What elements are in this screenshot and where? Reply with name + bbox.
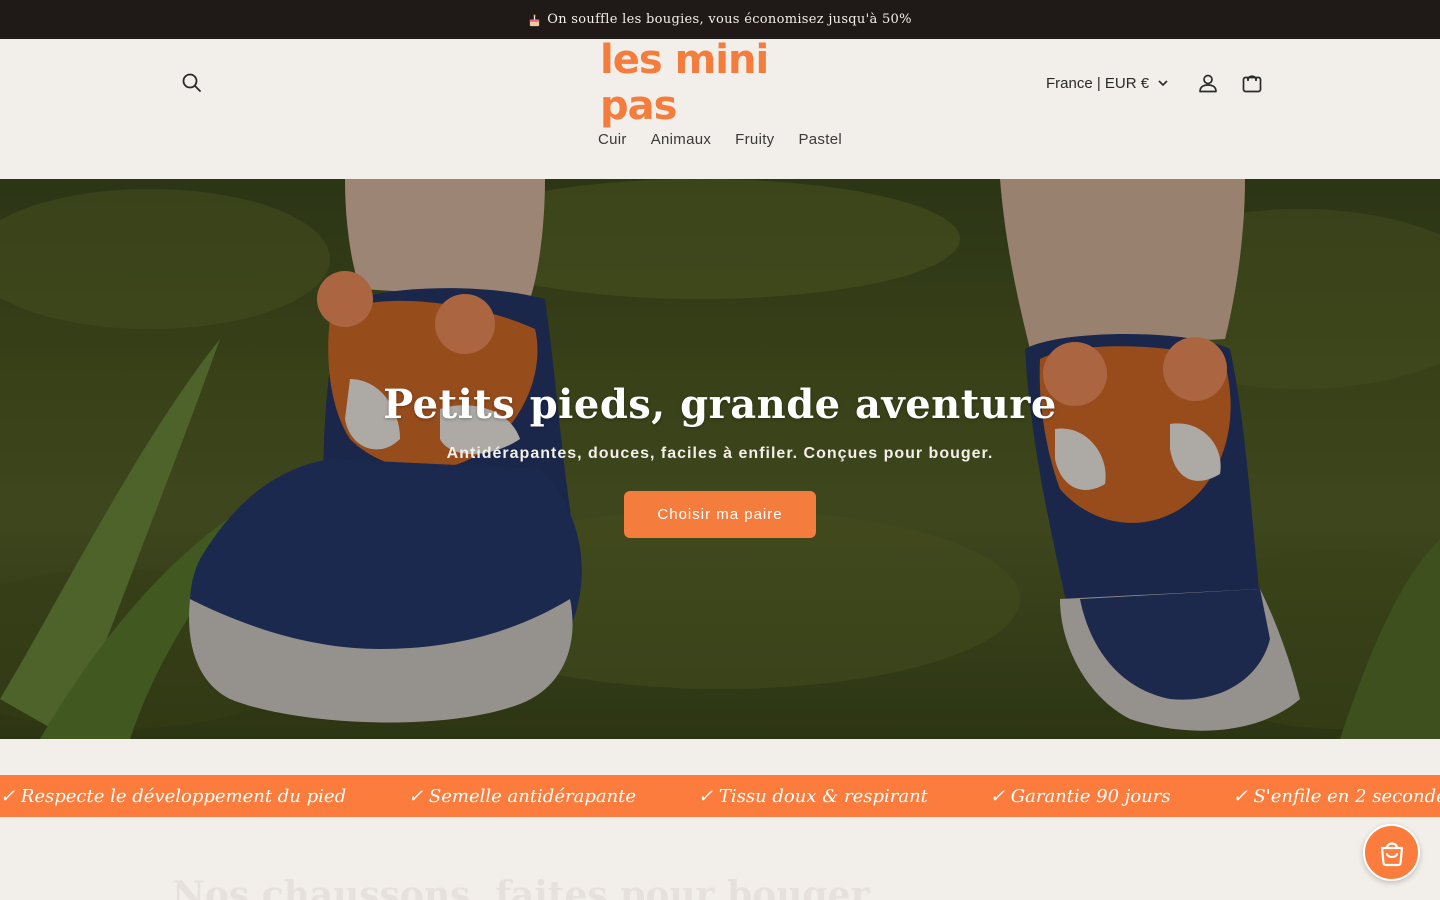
marquee-item: ✓ Garantie 90 jours <box>989 785 1171 807</box>
shopping-bag-icon <box>1242 75 1262 93</box>
search-icon <box>182 73 201 92</box>
marquee-item: ✓ S'enfile en 2 secondes <box>1232 785 1440 807</box>
marquee-item: ✓ Respecte le développement du pied <box>0 785 347 807</box>
nav-item-fruity[interactable]: Fruity <box>735 131 774 148</box>
choose-pair-button[interactable]: Choisir ma paire <box>624 491 816 538</box>
marquee-item: ✓ Tissu doux & respirant <box>698 785 928 807</box>
hero-banner: Petits pieds, grande aventure Antidérapa… <box>0 179 1440 739</box>
locale-selector[interactable]: France | EUR € <box>1046 67 1169 99</box>
user-icon <box>1199 74 1217 93</box>
account-button[interactable] <box>1188 63 1228 103</box>
search-button[interactable] <box>172 63 212 103</box>
main-nav: Cuir Animaux Fruity Pastel <box>0 131 1440 148</box>
hero-title: Petits pieds, grande aventure <box>383 381 1057 428</box>
hero-subtitle: Antidérapantes, douces, faciles à enfile… <box>446 445 994 462</box>
marquee-item: ✓ Semelle antidérapante <box>408 785 637 807</box>
locale-label: France | EUR € <box>1046 74 1150 92</box>
announcement-text: On souffle les bougies, vous économisez … <box>547 12 912 27</box>
benefits-marquee: ✓ Respecte le développement du pied ✓ Se… <box>0 775 1440 817</box>
marquee-track: ✓ Respecte le développement du pied ✓ Se… <box>0 775 1440 817</box>
announcement-bar: On souffle les bougies, vous économisez … <box>0 0 1440 39</box>
shopping-bag-icon <box>1380 841 1403 866</box>
site-header: les mini pas France | EUR € Cuir Animaux… <box>0 37 1440 179</box>
shop-assistant-button[interactable] <box>1363 824 1420 881</box>
nav-item-pastel[interactable]: Pastel <box>798 131 842 148</box>
section-heading: Nos chaussons, faites pour bouger <box>172 874 870 900</box>
nav-item-cuir[interactable]: Cuir <box>598 131 627 148</box>
site-logo[interactable]: les mini pas <box>600 37 840 129</box>
nav-item-animaux[interactable]: Animaux <box>651 131 711 148</box>
cart-button[interactable] <box>1232 63 1272 103</box>
chevron-down-icon <box>1158 80 1168 87</box>
cake-icon <box>530 14 540 27</box>
